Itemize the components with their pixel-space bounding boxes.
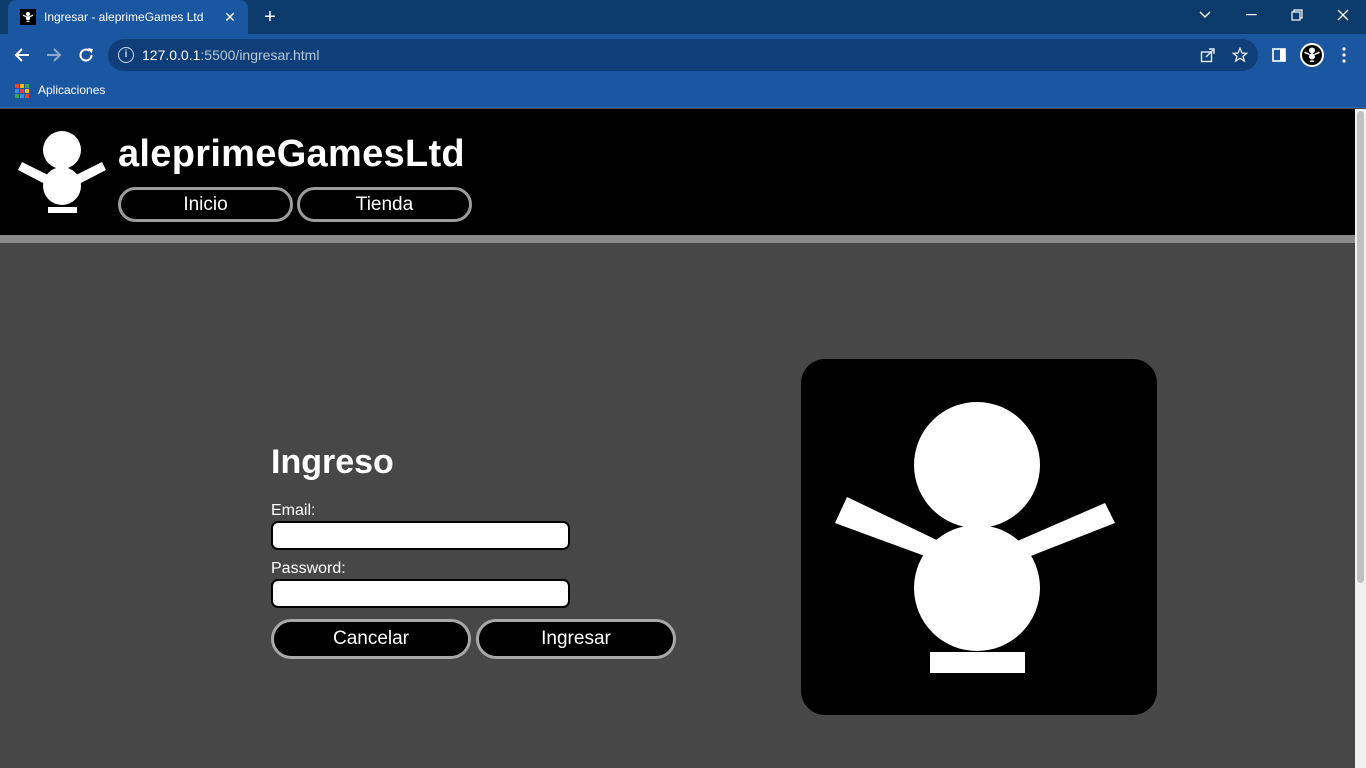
submit-login-button[interactable]: Ingresar xyxy=(476,619,676,659)
tab-search-chevron-icon[interactable] xyxy=(1182,0,1228,30)
url-text[interactable]: 127.0.0.1:5500/ingresar.html xyxy=(142,47,319,63)
kebab-menu-icon[interactable] xyxy=(1332,43,1356,67)
nav-tienda-button[interactable]: Tienda xyxy=(297,187,472,222)
url-path: :5500/ingresar.html xyxy=(200,47,320,63)
email-label: Email: xyxy=(271,502,316,519)
browser-tab[interactable]: Ingresar - aleprimeGames Ltd ✕ xyxy=(8,0,248,34)
page-viewport: aleprimeGamesLtd Inicio Tienda Ingreso E… xyxy=(0,109,1355,768)
address-bar[interactable]: i 127.0.0.1:5500/ingresar.html xyxy=(108,39,1258,71)
close-window-button[interactable] xyxy=(1320,0,1366,30)
browser-titlebar: Ingresar - aleprimeGames Ltd ✕ + xyxy=(0,0,1366,34)
forward-button[interactable] xyxy=(40,41,68,69)
login-title: Ingreso xyxy=(271,443,394,481)
email-field[interactable] xyxy=(271,521,570,550)
restore-button[interactable] xyxy=(1274,0,1320,30)
bookmark-apps[interactable]: Aplicaciones xyxy=(38,83,105,97)
back-button[interactable] xyxy=(8,41,36,69)
arrow-right-icon xyxy=(47,48,62,62)
header-divider xyxy=(0,235,1355,243)
cancel-button[interactable]: Cancelar xyxy=(271,619,471,659)
robot-figure-icon xyxy=(20,9,36,25)
reload-icon xyxy=(79,48,93,62)
avatar[interactable] xyxy=(1300,43,1324,67)
minimize-button[interactable] xyxy=(1228,0,1274,30)
star-icon[interactable] xyxy=(1230,45,1250,65)
close-tab-icon[interactable]: ✕ xyxy=(218,9,242,26)
info-icon[interactable]: i xyxy=(118,47,134,63)
side-panel-icon[interactable] xyxy=(1267,43,1291,67)
password-label: Password: xyxy=(271,560,346,577)
url-host: 127.0.0.1 xyxy=(142,47,201,63)
arrow-left-icon xyxy=(14,48,29,62)
new-tab-button[interactable]: + xyxy=(258,6,282,28)
robot-figure-icon xyxy=(835,402,1115,673)
logo-card xyxy=(801,359,1157,715)
apps-grid-icon[interactable] xyxy=(15,84,29,98)
site-logo[interactable] xyxy=(17,130,107,219)
nav-inicio-button[interactable]: Inicio xyxy=(118,187,293,222)
site-header: aleprimeGamesLtd Inicio Tienda xyxy=(0,109,1355,235)
bookmarks-bar: Aplicaciones xyxy=(0,76,1366,108)
scrollbar-thumb[interactable] xyxy=(1357,111,1364,583)
site-brand-title: aleprimeGamesLtd xyxy=(118,133,465,175)
tab-title: Ingresar - aleprimeGames Ltd xyxy=(44,10,204,24)
password-field[interactable] xyxy=(271,579,570,608)
browser-toolbar: i 127.0.0.1:5500/ingresar.html xyxy=(0,34,1366,76)
page-scrollbar[interactable] xyxy=(1355,109,1366,768)
reload-button[interactable] xyxy=(72,41,100,69)
share-icon[interactable] xyxy=(1198,45,1218,65)
